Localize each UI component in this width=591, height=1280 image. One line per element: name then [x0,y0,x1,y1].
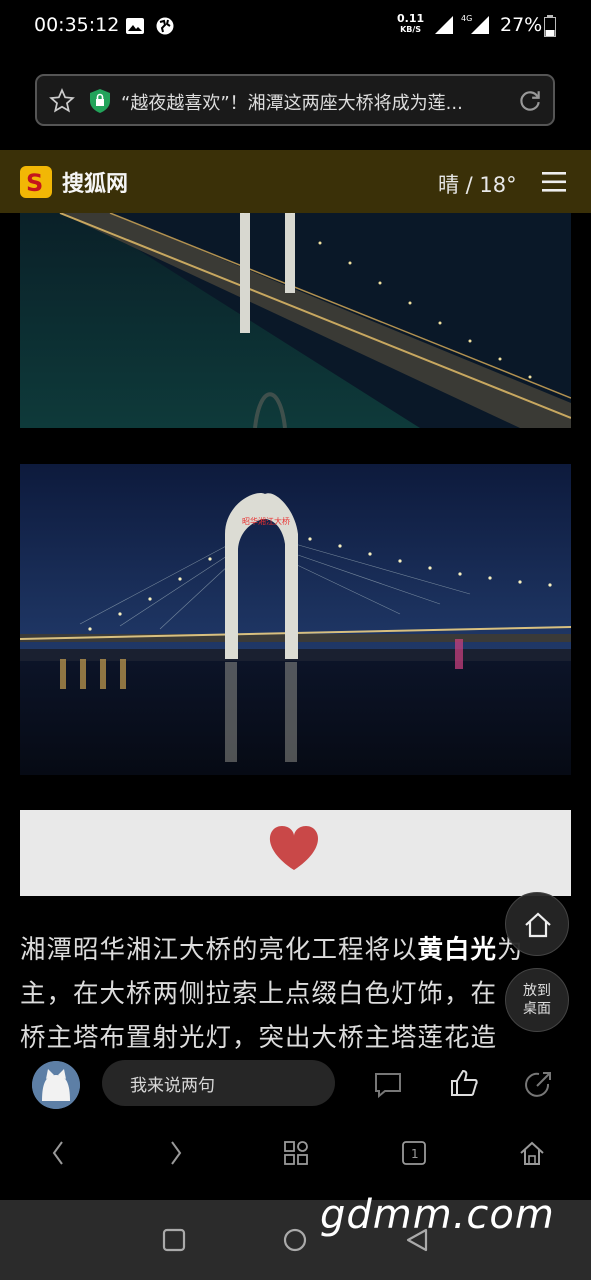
svg-text:S: S [26,169,43,197]
sohu-logo-icon[interactable]: S [20,166,52,198]
weather: 晴 / 18° [438,173,517,197]
home-float-button[interactable] [505,892,569,956]
refresh-icon[interactable] [517,88,543,114]
article-line-2: 主，在大桥两侧拉索上点缀白色灯饰，在 [20,979,498,1009]
avatar[interactable] [32,1061,80,1109]
image-icon [126,18,144,34]
comment-icon[interactable] [373,1071,403,1099]
article-image-bridge-tower[interactable]: 昭华湘江大桥 [20,464,571,775]
status-bar: 00:35:12 0.11 KB/S 4G 27% [0,0,591,54]
wifi-signal-icon [435,16,453,34]
add-to-desktop-button[interactable]: 放到 桌面 [505,968,569,1032]
recents-icon[interactable] [162,1228,186,1252]
back-icon[interactable] [48,1139,68,1167]
bridge-sign: 昭华湘江大桥 [242,516,290,526]
comment-placeholder: 我来说两句 [130,1076,215,1096]
add-to-desktop-label-2: 桌面 [523,1001,551,1017]
battery-percent: 27% [500,14,543,36]
like-icon[interactable] [449,1068,479,1098]
bookmark-star-icon[interactable] [49,88,75,114]
article-line-1: 湘潭昭华湘江大桥的亮化工程将以黄白光为 [20,935,524,965]
tabs-icon[interactable]: 1 [401,1140,427,1166]
cell-signal-icon [471,16,489,34]
shield-secure-icon [90,89,110,113]
article-body: 湘潭昭华湘江大桥的亮化工程将以黄白光为 主，在大桥两侧拉索上点缀白色灯饰，在 桥… [20,928,575,1060]
battery-icon [544,15,556,37]
site-name[interactable]: 搜狐网 [62,166,128,198]
article-image-heart[interactable] [20,810,571,896]
home-icon [525,912,551,938]
status-time: 00:35:12 [34,14,120,36]
add-to-desktop-label-1: 放到 [523,983,551,999]
browser-home-icon[interactable] [518,1139,546,1167]
globe-icon [156,17,174,35]
net-speed: 0.11 KB/S [397,12,425,34]
address-bar[interactable]: “越夜越喜欢”！湘潭这两座大桥将成为莲... [35,74,555,126]
page-title: “越夜越喜欢”！湘潭这两座大桥将成为莲... [121,93,463,114]
comment-input[interactable]: 我来说两句 [102,1060,335,1106]
svg-text:1: 1 [411,1147,419,1161]
apps-grid-icon[interactable] [283,1140,309,1166]
system-home-icon[interactable] [282,1227,308,1253]
share-icon[interactable] [523,1070,553,1100]
forward-icon[interactable] [166,1139,186,1167]
article-image-bridge-top[interactable] [20,213,571,428]
watermark: gdmm.com [320,1192,555,1238]
menu-icon[interactable] [541,170,567,194]
